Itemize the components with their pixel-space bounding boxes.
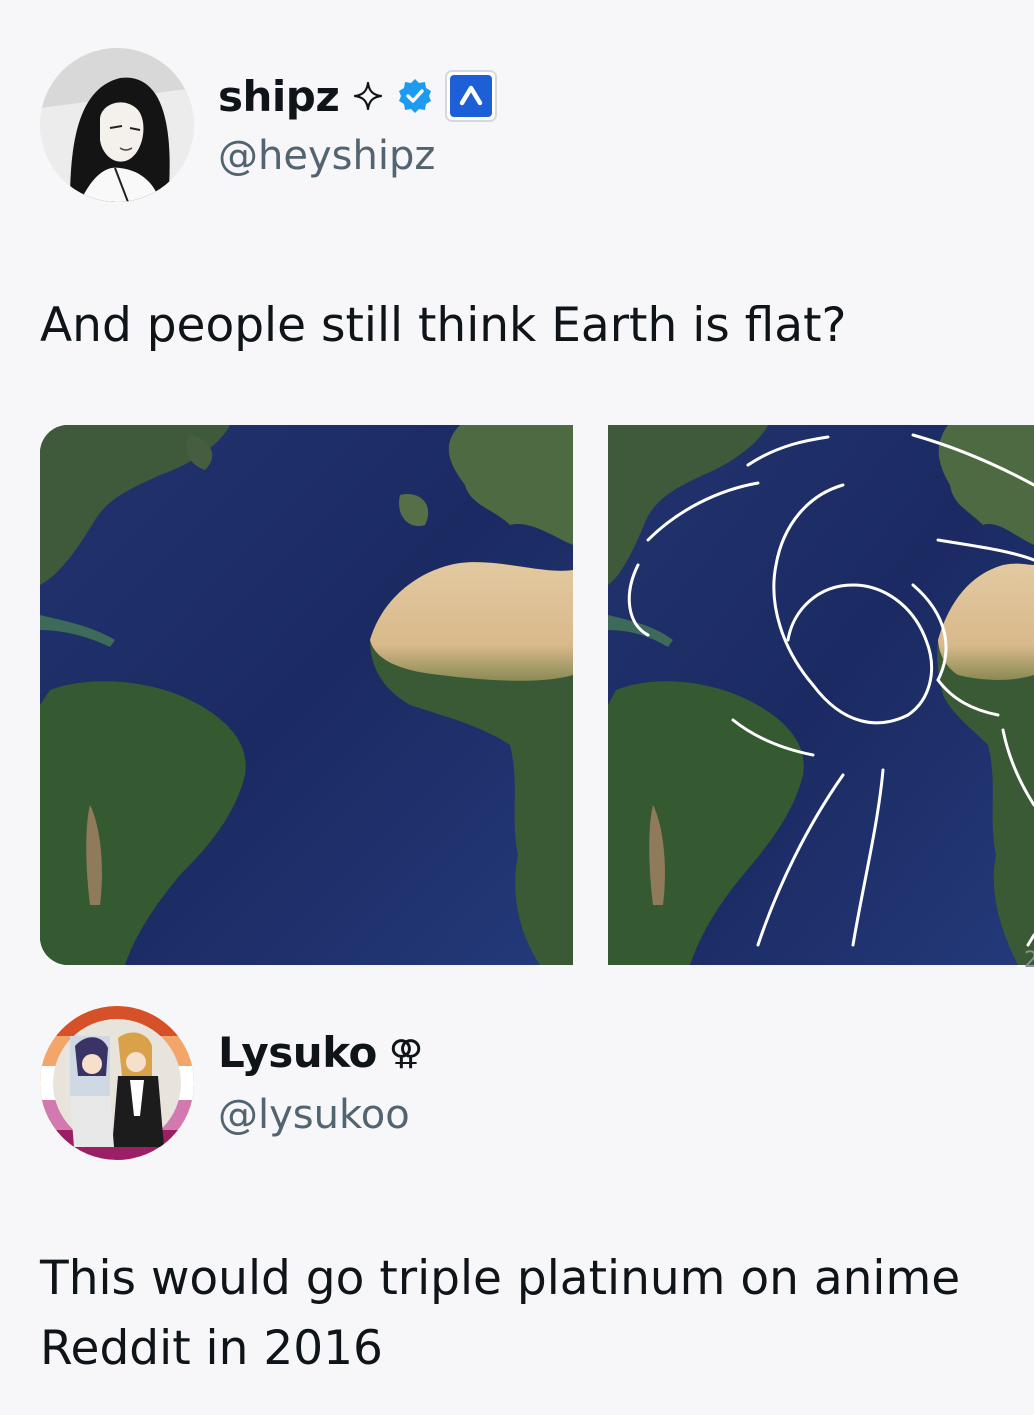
atlantic-map-annotated-image[interactable] [608, 425, 1034, 965]
reply-author-handle[interactable]: @lysukoo [218, 1092, 410, 1138]
author-name[interactable]: shipz [218, 72, 340, 121]
reply-text-line-2: Reddit in 2016 [40, 1321, 383, 1376]
original-post: shipz @heyshipz And people still think E… [0, 0, 1034, 980]
double-venus-icon: ⚢ [388, 1032, 424, 1073]
atlantic-map-image[interactable] [40, 425, 573, 965]
shipz-name-row: shipz [218, 70, 498, 122]
verified-badge-icon[interactable] [397, 78, 433, 114]
author-handle[interactable]: @heyshipz [218, 133, 435, 179]
reply-post: Lysuko ⚢ @lysukoo This would go triple p… [0, 980, 1034, 1415]
lysuko-name-row: Lysuko ⚢ [218, 1028, 423, 1077]
post-text: And people still think Earth is flat? [40, 298, 847, 353]
lysuko-avatar[interactable] [40, 1006, 194, 1160]
sparkle-icon [353, 81, 383, 111]
media-edge-label: 2 [1024, 948, 1034, 973]
reply-author-name[interactable]: Lysuko [218, 1028, 377, 1077]
reply-text-line-1: This would go triple platinum on anime [40, 1251, 961, 1306]
affiliate-badge-icon[interactable] [445, 70, 498, 122]
shipz-avatar[interactable] [40, 48, 194, 202]
